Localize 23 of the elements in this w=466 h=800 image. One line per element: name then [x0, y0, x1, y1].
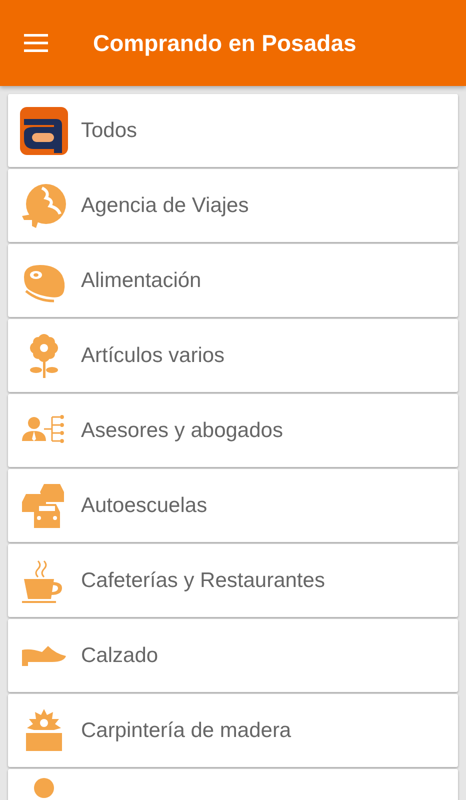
category-label: Asesores y abogados	[81, 418, 283, 442]
pin-icon	[34, 778, 54, 798]
category-label: Todos	[81, 118, 138, 142]
category-label: Calzado	[81, 644, 158, 668]
category-item[interactable]: Carpintería de madera	[8, 694, 458, 767]
category-item[interactable]: Alimentación	[8, 244, 458, 317]
menu-icon[interactable]	[24, 34, 48, 52]
category-label: Autoescuelas	[81, 494, 208, 518]
category-item[interactable]: Agencia de Viajes	[8, 169, 458, 242]
category-item[interactable]: Autoescuelas	[8, 469, 458, 542]
app-title: Comprando en Posadas	[93, 30, 356, 56]
app-logo-icon	[20, 106, 68, 154]
category-item[interactable]: Artículos varios	[8, 319, 458, 392]
category-label: Alimentación	[81, 268, 202, 292]
category-item[interactable]: Todos	[8, 94, 458, 167]
category-item[interactable]: Calzado	[8, 619, 458, 692]
category-label: Carpintería de madera	[81, 718, 292, 742]
category-label: Cafeterías y Restaurantes	[81, 568, 325, 592]
category-label: Agencia de Viajes	[81, 194, 249, 218]
category-item[interactable]: Asesores y abogados	[8, 394, 458, 467]
globe-plane-icon	[20, 182, 68, 230]
category-item[interactable]: Cafeterías y Restaurantes	[8, 544, 458, 617]
category-label: Artículos varios	[81, 344, 225, 368]
